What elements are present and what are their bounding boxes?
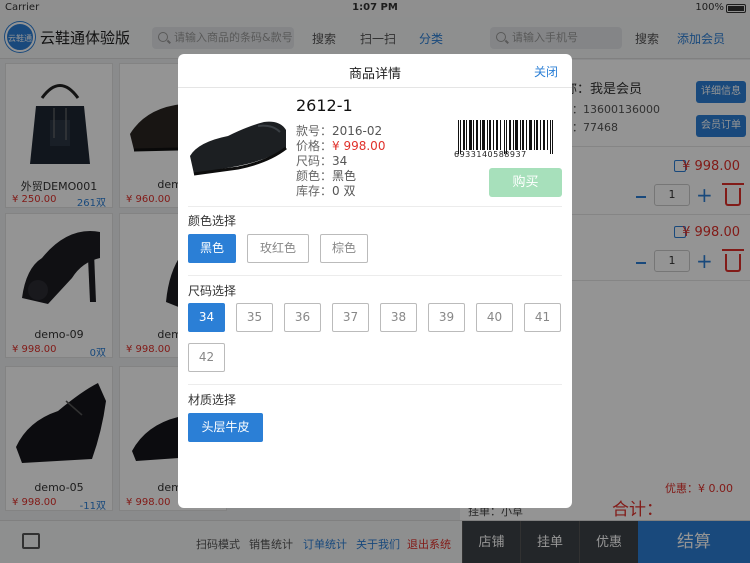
buy-button[interactable]: 购买 [489,168,562,197]
size-label: 尺码： [296,154,333,168]
stock-row: 库存：0 双 [296,182,355,199]
color-value: 黑色 [332,169,357,183]
price-value: ¥ 998.00 [332,139,386,153]
size-option[interactable]: 40 [476,303,513,332]
close-button[interactable]: 关闭 [534,63,558,80]
color-option[interactable]: 棕色 [320,234,368,263]
barcode-number: 6933140588937 [454,150,527,159]
divider [188,206,562,207]
product-detail-modal: 商品详情 关闭 2612-1 款号：2016-02 价格：¥ 998.00 尺码… [178,54,572,508]
size-option[interactable]: 35 [236,303,273,332]
color-option[interactable]: 玫红色 [247,234,309,263]
material-option[interactable]: 头层牛皮 [188,413,263,442]
color-label: 颜色： [296,169,333,183]
stock-value: 0 双 [332,184,356,198]
modal-header: 商品详情 关闭 [178,54,572,88]
size-option[interactable]: 42 [188,343,225,372]
size-section-title: 尺码选择 [188,284,237,298]
size-option[interactable]: 41 [524,303,561,332]
price-label: 价格： [296,139,333,153]
divider [188,384,562,385]
size-value: 34 [332,154,348,168]
material-section-title: 材质选择 [188,393,237,407]
barcode-image [458,120,553,154]
size-option[interactable]: 37 [332,303,369,332]
size-option[interactable]: 38 [380,303,417,332]
size-option[interactable]: 36 [284,303,321,332]
color-option[interactable]: 黑色 [188,234,236,263]
product-detail-image [188,102,288,188]
stock-label: 库存： [296,184,333,198]
divider [188,275,562,276]
modal-title: 商品详情 [348,67,401,82]
style-label: 款号： [296,124,333,138]
size-option[interactable]: 34 [188,303,225,332]
style-value: 2016-02 [332,124,383,138]
color-section-title: 颜色选择 [188,214,237,228]
product-code: 2612-1 [296,96,353,115]
size-option[interactable]: 39 [428,303,465,332]
